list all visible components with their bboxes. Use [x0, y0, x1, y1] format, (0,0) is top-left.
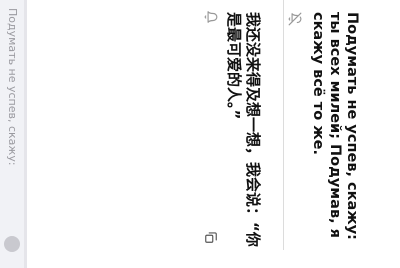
panel-edge [24, 0, 27, 268]
copy-icon[interactable] [204, 230, 218, 244]
russian-message-text: Подумать не успев, скажу: ты всех милей;… [310, 12, 360, 240]
message-divider [283, 0, 284, 250]
mute-bell-icon[interactable] [288, 12, 302, 26]
bell-icon[interactable] [204, 10, 218, 24]
chinese-message-text: 我还没来得及想一想，我会说：“你是最可爱的人。” [225, 12, 262, 247]
input-panel[interactable]: Подумать не успев, скажу: [0, 0, 24, 268]
panel-action-button[interactable] [4, 236, 20, 252]
rotated-chat-view: Подумать не успев, скажу: ты всех милей;… [0, 0, 400, 268]
input-preview-text: Подумать не успев, скажу: [6, 8, 19, 166]
